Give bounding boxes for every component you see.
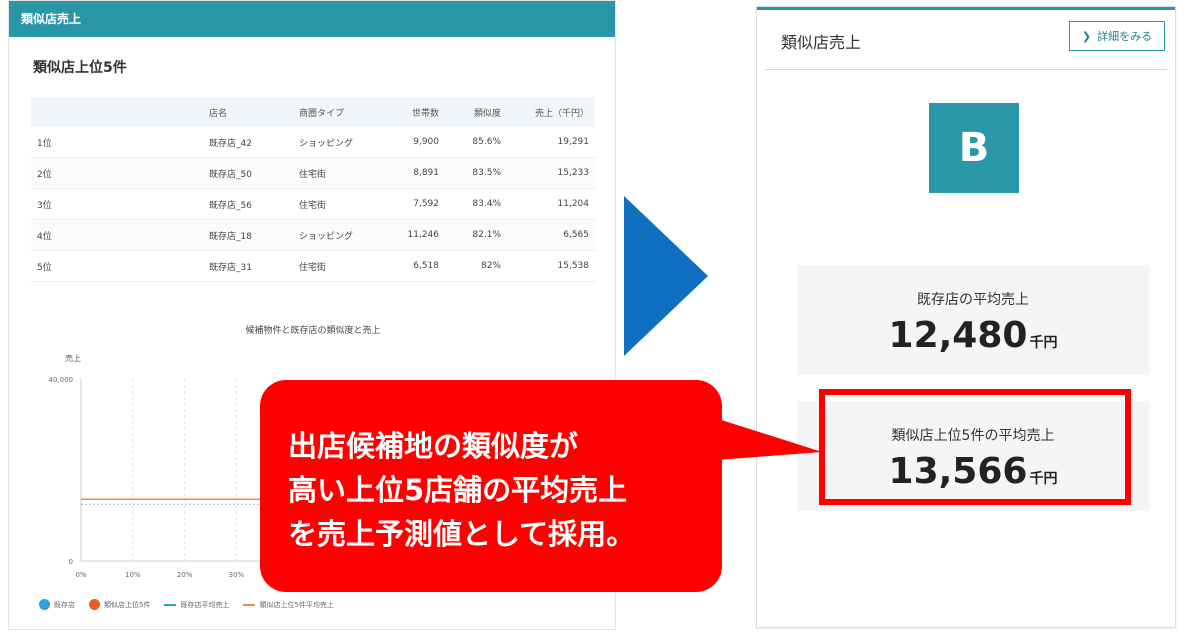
legend-item-existing-avg-line[interactable]: 既存店平均売上 (164, 600, 229, 610)
similarity-cell: 83.4% (445, 188, 507, 220)
legend-label: 類似店上位5件平均売上 (259, 600, 334, 609)
households-cell: 8,891 (383, 157, 445, 189)
stat-value: 12,480 (888, 315, 1028, 356)
column-header-households[interactable]: 世帯数 (383, 97, 445, 127)
view-details-label: 詳細をみる (1097, 30, 1153, 43)
column-header (31, 97, 203, 127)
callout-line: を売上予測値として採用。 (288, 517, 636, 551)
table-row[interactable]: 1位 既存店_42 ショッピング 9,900 85.6% 19,291 (31, 127, 595, 158)
y-tick-label: 0 (69, 558, 73, 566)
stat-unit: 千円 (1029, 335, 1058, 351)
y-tick-label: 40,000 (49, 376, 74, 384)
highlight-frame (819, 389, 1131, 505)
legend-item-top5-avg-line[interactable]: 類似店上位5件平均売上 (243, 600, 334, 610)
existing-store-average-card: 既存店の平均売上 12,480 千円 (797, 265, 1149, 375)
table-row[interactable]: 2位 既存店_50 住宅街 8,891 83.5% 15,233 (31, 157, 595, 189)
callout-line: 高い上位5店舗の平均売上 (288, 473, 628, 507)
callout-text: 出店候補地の類似度が 高い上位5店舗の平均売上 を売上予測値として採用。 (288, 424, 718, 556)
similarity-cell: 85.6% (445, 127, 507, 158)
legend-item-existing-store[interactable]: 既存店 (39, 599, 75, 610)
table-row[interactable]: 3位 既存店_56 住宅街 7,592 83.4% 11,204 (31, 188, 595, 220)
store-name-cell: 既存店_31 (203, 250, 293, 282)
households-cell: 11,246 (383, 219, 445, 251)
card-title: 類似店売上 (781, 33, 862, 52)
column-header-store-name[interactable]: 店名 (203, 97, 293, 127)
legend-item-top5-store[interactable]: 類似店上位5件 (89, 599, 150, 610)
column-header-sales[interactable]: 売上（千円） (507, 97, 595, 127)
area-type-cell: ショッピング (293, 219, 383, 251)
rank-cell: 3位 (31, 188, 203, 220)
grade-badge: B (929, 103, 1019, 193)
legend-line-icon (164, 603, 177, 606)
chevron-right-icon: ❯ (1081, 29, 1092, 43)
column-header-similarity[interactable]: 類似度 (445, 97, 507, 127)
area-type-cell: 住宅街 (293, 157, 383, 189)
rank-cell: 4位 (31, 219, 203, 251)
stat-label: 既存店の平均売上 (917, 292, 1029, 308)
households-cell: 7,592 (383, 188, 445, 220)
rank-cell: 1位 (31, 127, 203, 158)
store-name-cell: 既存店_56 (203, 188, 293, 220)
legend-dot-icon (39, 599, 50, 610)
panel-header: 類似店売上 (9, 1, 615, 37)
chart-legend: 既存店 類似店上位5件 既存店平均売上 類似店上位5件平均売上 (39, 599, 334, 610)
chart-title: 候補物件と既存店の類似度と売上 (245, 326, 381, 336)
callout-line: 出店候補地の類似度が (288, 429, 579, 463)
legend-line-icon (243, 603, 256, 606)
legend-label: 既存店平均売上 (180, 600, 230, 609)
sales-cell: 15,233 (507, 157, 595, 189)
section-title: 類似店上位5件 (33, 60, 127, 76)
card-divider (765, 69, 1167, 70)
sales-cell: 19,291 (507, 127, 595, 158)
stat-value-wrap: 12,480 千円 (797, 315, 1149, 356)
table-row[interactable]: 5位 既存店_31 住宅街 6,518 82% 15,538 (31, 250, 595, 282)
legend-dot-icon (89, 599, 100, 610)
similarity-cell: 82% (445, 250, 507, 282)
households-cell: 9,900 (383, 127, 445, 158)
x-tick-label: 30% (229, 571, 245, 579)
rank-cell: 2位 (31, 157, 203, 189)
rank-cell: 5位 (31, 250, 203, 282)
column-header-area-type[interactable]: 商圏タイプ (293, 97, 383, 127)
similar-store-sales-card: 類似店売上 ❯ 詳細をみる B 既存店の平均売上 12,480 千円 類似店上位5… (756, 6, 1176, 628)
households-cell: 6,518 (383, 250, 445, 282)
similar-store-table: 店名 商圏タイプ 世帯数 類似度 売上（千円） 1位 既存店_42 ショッピング… (31, 97, 595, 282)
x-tick-label: 20% (177, 571, 193, 579)
area-type-cell: 住宅街 (293, 250, 383, 282)
view-details-button[interactable]: ❯ 詳細をみる (1069, 21, 1165, 51)
store-name-cell: 既存店_18 (203, 219, 293, 251)
sales-cell: 15,538 (507, 250, 595, 282)
card-accent-bar (757, 7, 1175, 10)
similarity-cell: 83.5% (445, 157, 507, 189)
store-name-cell: 既存店_50 (203, 157, 293, 189)
legend-label: 類似店上位5件 (104, 600, 151, 609)
legend-label: 既存店 (54, 600, 75, 609)
table-row[interactable]: 4位 既存店_18 ショッピング 11,246 82.1% 6,565 (31, 219, 595, 251)
area-type-cell: ショッピング (293, 127, 383, 158)
similarity-cell: 82.1% (445, 219, 507, 251)
area-type-cell: 住宅街 (293, 188, 383, 220)
table-header-row: 店名 商圏タイプ 世帯数 類似度 売上（千円） (31, 97, 595, 127)
x-tick-label: 10% (125, 571, 141, 579)
sales-cell: 11,204 (507, 188, 595, 220)
store-name-cell: 既存店_42 (203, 127, 293, 158)
sales-cell: 6,565 (507, 219, 595, 251)
x-tick-label: 0% (75, 571, 86, 579)
right-arrow-icon (624, 196, 708, 356)
